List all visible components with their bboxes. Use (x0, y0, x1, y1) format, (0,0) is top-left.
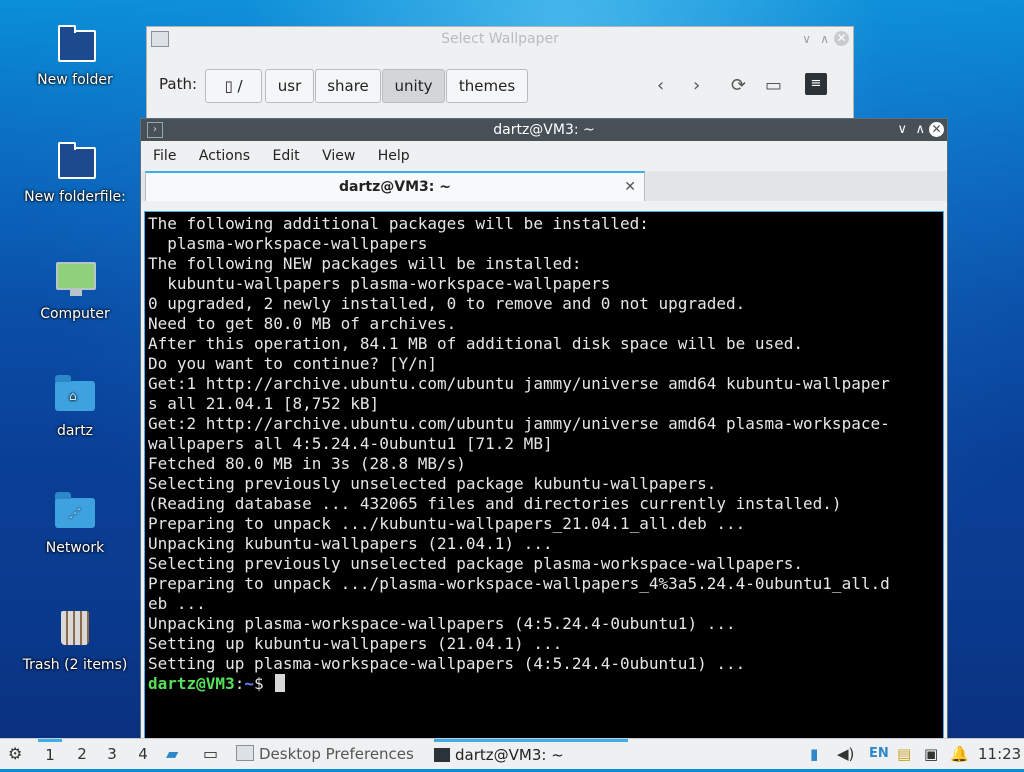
drive-icon: ▯ (224, 77, 238, 95)
clock[interactable]: 11:23 (978, 739, 1021, 769)
new-folder-icon[interactable]: ▭ (765, 75, 782, 96)
terminal-output-area[interactable]: The following additional packages will b… (144, 211, 944, 739)
desktop-icon-network[interactable]: ⋰ Network (15, 492, 135, 556)
maximize-icon[interactable]: ∧ (820, 27, 829, 51)
network-status-icon[interactable]: ▣ (924, 739, 938, 769)
text-cursor (275, 674, 286, 692)
breadcrumb-unity[interactable]: unity (382, 69, 445, 103)
keyboard-layout-indicator[interactable]: EN (869, 739, 889, 769)
close-icon[interactable]: ✕ (929, 122, 944, 137)
prompt-separator: : (234, 674, 245, 693)
terminal-log: The following additional packages will b… (148, 214, 890, 673)
window-menu-icon[interactable]: › (147, 122, 163, 138)
back-icon[interactable]: ‹ (657, 75, 664, 96)
minimize-icon[interactable]: ∨ (802, 27, 811, 51)
task-desktop-preferences[interactable]: Desktop Preferences (236, 739, 426, 769)
app-launcher-icon[interactable]: ⚙ (8, 739, 22, 769)
menu-help[interactable]: Help (378, 148, 410, 164)
desktop-icon-label: Computer (40, 306, 110, 322)
trash-icon (55, 609, 95, 649)
prompt-symbol: $ (253, 674, 274, 693)
menu-edit[interactable]: Edit (272, 148, 299, 164)
desktop-icon-label: New folderfile: (24, 189, 126, 205)
terminal-window-title: dartz@VM3: ~ (493, 122, 595, 138)
dialog-title: Select Wallpaper (441, 31, 559, 47)
tab-terminal[interactable]: dartz@VM3: ~ ✕ (145, 171, 645, 201)
desktop-icon-label: Trash (2 items) (22, 657, 128, 673)
maximize-icon[interactable]: ∧ (915, 119, 925, 141)
folder-icon (55, 24, 96, 64)
path-label: Path: (159, 75, 198, 93)
desktop-icon-label: dartz (56, 423, 94, 439)
computer-icon (55, 258, 96, 298)
tab-close-icon[interactable]: ✕ (624, 173, 636, 201)
show-desktop-icon[interactable]: ▭ (203, 739, 218, 769)
desktop-icon-trash[interactable]: Trash (2 items) (15, 609, 135, 673)
file-manager-icon[interactable]: ▰ (166, 739, 178, 769)
menu-file[interactable]: File (153, 148, 176, 164)
terminal-output: The following additional packages will b… (145, 212, 943, 696)
folder-icon (55, 141, 96, 181)
select-wallpaper-dialog[interactable]: Select Wallpaper ∨ ∧ ✕ Path: ▯ / usr sha… (146, 26, 854, 128)
breadcrumb-share[interactable]: share (315, 69, 381, 103)
clipboard-icon[interactable]: ▤ (897, 739, 911, 769)
desktop-icon-label: New folder (37, 72, 113, 88)
desktop-icon-label: Network (45, 540, 105, 556)
terminal-icon (434, 748, 450, 762)
options-icon[interactable]: ≡ (805, 73, 827, 95)
notification-bell-icon[interactable]: 🔔 (950, 739, 969, 769)
removable-device-icon[interactable]: ▮ (810, 739, 818, 769)
workspace-2[interactable]: 2 (70, 739, 94, 769)
terminal-window[interactable]: › dartz@VM3: ~ ∨ ∧ ✕ File Actions Edit V… (140, 118, 948, 742)
window-app-icon (236, 745, 254, 761)
prompt-user: dartz@VM3 (148, 674, 235, 693)
menu-actions[interactable]: Actions (199, 148, 250, 164)
breadcrumb-root[interactable]: ▯ / (205, 69, 262, 103)
prompt-path: ~ (244, 674, 254, 693)
desktop-icon-computer[interactable]: Computer (15, 258, 135, 322)
forward-icon[interactable]: › (693, 75, 700, 96)
terminal-menubar: File Actions Edit View Help (141, 141, 947, 171)
home-folder-icon: ⌂ (55, 375, 95, 415)
minimize-icon[interactable]: ∨ (897, 119, 907, 141)
reload-icon[interactable]: ⟳ (731, 75, 746, 96)
workspace-3[interactable]: 3 (100, 739, 124, 769)
workspace-1[interactable]: 1 (38, 739, 62, 772)
volume-icon[interactable]: ◀) (837, 739, 854, 769)
tab-label: dartz@VM3: ~ (339, 179, 451, 195)
taskbar: ⚙ 1 2 3 4 ▰ ▭ Desktop Preferences dartz@… (0, 738, 1024, 769)
desktop-icon-new-folder[interactable]: New folder (15, 24, 135, 88)
close-icon[interactable]: ✕ (834, 31, 849, 46)
dialog-titlebar[interactable]: Select Wallpaper ∨ ∧ ✕ (147, 27, 853, 51)
workspace-4[interactable]: 4 (131, 739, 155, 769)
breadcrumb-usr[interactable]: usr (265, 69, 314, 103)
network-folder-icon: ⋰ (55, 492, 95, 532)
terminal-tabbar: dartz@VM3: ~ ✕ (141, 171, 947, 201)
task-terminal[interactable]: dartz@VM3: ~ (434, 739, 628, 772)
desktop-icon-new-folderfile[interactable]: New folderfile: (15, 141, 135, 205)
breadcrumb-themes[interactable]: themes (446, 69, 528, 103)
desktop-icon-home[interactable]: ⌂ dartz (15, 375, 135, 439)
menu-view[interactable]: View (322, 148, 355, 164)
window-app-icon (151, 31, 169, 47)
terminal-titlebar[interactable]: › dartz@VM3: ~ ∨ ∧ ✕ (141, 119, 947, 141)
